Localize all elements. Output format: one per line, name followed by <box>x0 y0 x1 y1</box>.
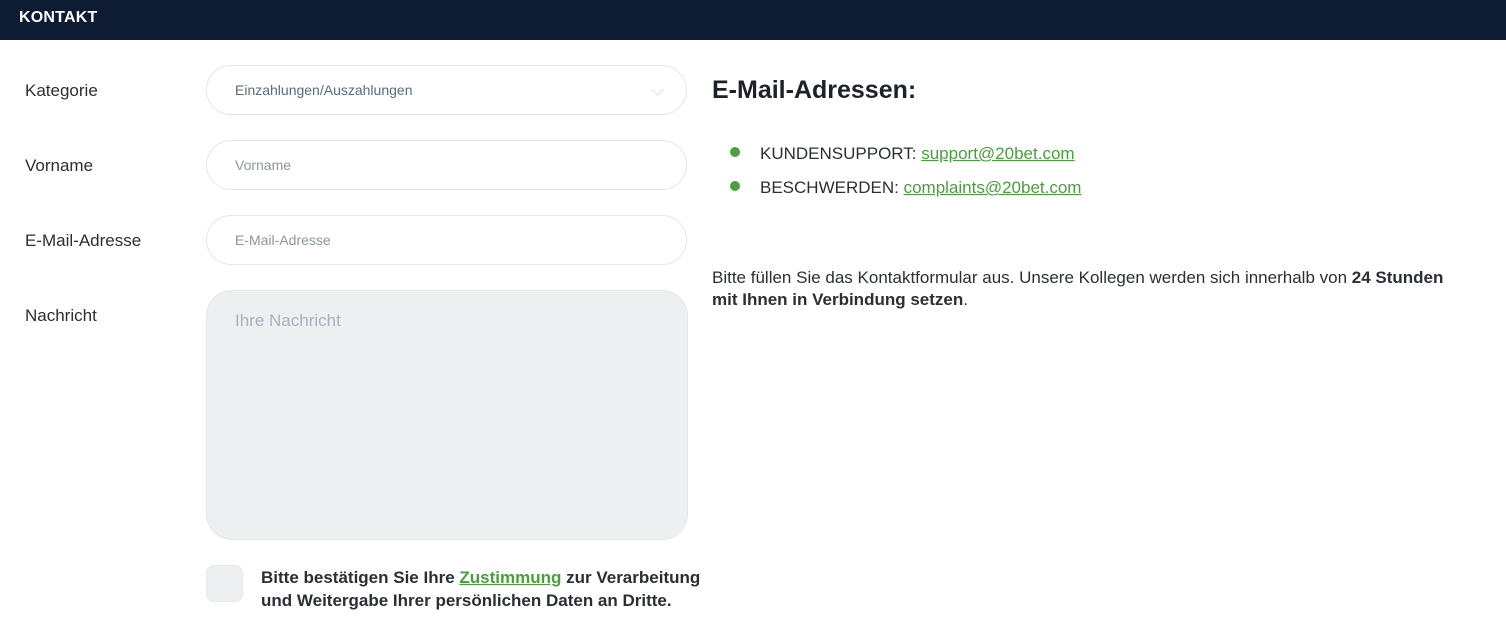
list-item: BESCHWERDEN: complaints@20bet.com <box>730 176 1081 210</box>
info-text-after: . <box>963 290 968 309</box>
support-email-link[interactable]: support@20bet.com <box>921 144 1074 163</box>
bullet-icon <box>730 181 740 191</box>
chevron-down-icon <box>651 83 664 96</box>
category-select-value: Einzahlungen/Auszahlungen <box>235 82 413 98</box>
contact-info-text: Bitte füllen Sie das Kontaktformular aus… <box>712 267 1472 311</box>
category-label: Kategorie <box>25 81 98 100</box>
email-list: KUNDENSUPPORT: support@20bet.com BESCHWE… <box>730 142 1081 210</box>
firstname-field-wrapper <box>206 140 687 190</box>
firstname-label: Vorname <box>25 156 94 175</box>
message-field[interactable] <box>235 311 665 521</box>
message-label: Nachricht <box>25 306 97 325</box>
email-field-wrapper <box>206 215 687 265</box>
page-title: KONTAKT <box>19 9 98 26</box>
list-item: KUNDENSUPPORT: support@20bet.com <box>730 142 1081 176</box>
category-select[interactable]: Einzahlungen/Auszahlungen <box>206 65 687 115</box>
consent-text: Bitte bestätigen Sie Ihre Zustimmung zur… <box>261 566 701 612</box>
complaints-label: BESCHWERDEN: <box>760 178 904 197</box>
complaints-email-link[interactable]: complaints@20bet.com <box>904 178 1082 197</box>
consent-link[interactable]: Zustimmung <box>459 568 561 587</box>
support-label: KUNDENSUPPORT: <box>760 144 922 163</box>
info-text-before: Bitte füllen Sie das Kontaktformular aus… <box>712 268 1352 287</box>
message-field-wrapper <box>206 290 688 540</box>
firstname-field[interactable] <box>235 141 635 189</box>
bullet-icon <box>730 147 740 157</box>
consent-text-before: Bitte bestätigen Sie Ihre <box>261 568 460 587</box>
email-addresses-heading: E-Mail-Adressen: <box>712 76 917 104</box>
email-label: E-Mail-Adresse <box>25 231 142 250</box>
email-field[interactable] <box>235 216 635 264</box>
consent-checkbox[interactable] <box>206 565 243 602</box>
header-bar: KONTAKT <box>0 0 1506 40</box>
